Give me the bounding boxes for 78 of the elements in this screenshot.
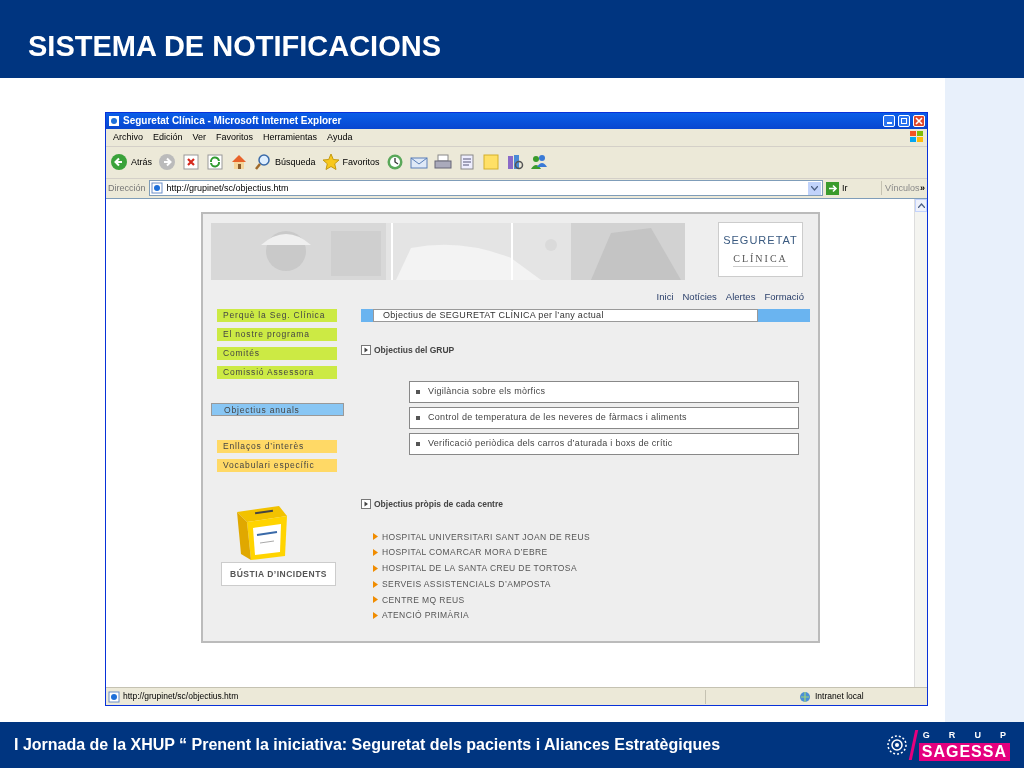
scroll-up-button[interactable] — [915, 198, 927, 212]
menu-item[interactable]: Ayuda — [322, 130, 358, 145]
centre-link[interactable]: CENTRE MQ REUS — [382, 593, 465, 607]
nav-link[interactable]: Notícies — [682, 289, 717, 305]
logo-name: SAGESSA — [918, 742, 1010, 761]
books-icon[interactable] — [505, 153, 524, 172]
centre-link[interactable]: HOSPITAL DE LA SANTA CREU DE TORTOSA — [382, 562, 577, 575]
play-icon — [361, 345, 371, 356]
caret-icon — [811, 185, 818, 191]
triangle-icon — [373, 565, 378, 572]
slide-title: SISTEMA DE NOTIFICACIONS — [28, 28, 441, 64]
objective-text: Verificació periòdica dels carros d’aturada i boxs de crític — [428, 437, 673, 451]
page-icon — [108, 115, 120, 127]
menu-item[interactable]: Ver — [187, 130, 212, 145]
nav-link[interactable]: Formació — [764, 289, 804, 305]
windows-logo-icon — [909, 130, 925, 145]
sidebar-item[interactable]: Objectius anuals — [211, 403, 344, 417]
go-button[interactable]: Ir — [842, 181, 878, 196]
go-arrow-icon[interactable] — [826, 181, 839, 195]
menu-item[interactable]: Favoritos — [211, 130, 259, 145]
sidebar-item[interactable]: Comités — [217, 347, 337, 361]
menu-item[interactable]: Herramientas — [258, 130, 323, 145]
star-icon[interactable] — [321, 153, 340, 172]
refresh-icon[interactable] — [206, 153, 224, 172]
address-label: Dirección — [108, 181, 146, 195]
globe-icon — [799, 690, 812, 703]
menu-item[interactable]: Archivo — [108, 130, 148, 145]
nav-link[interactable]: Inici — [656, 289, 674, 305]
favorites-button[interactable]: Favoritos — [321, 153, 380, 172]
sidebar-item[interactable]: Comissió Assessora — [217, 366, 337, 380]
nav-link[interactable]: Alertes — [725, 289, 756, 305]
logo-letter: U — [974, 729, 981, 743]
address-value: http://grupinet/sc/objectius.htm — [166, 181, 290, 195]
zone-text: Intranet local — [815, 690, 865, 703]
mailbox-label[interactable]: BÚSTIA D’INCIDENTS — [221, 562, 336, 587]
page-icon — [108, 690, 120, 703]
logo-text: CLÍNICA — [733, 251, 788, 268]
status-text: http://grupinet/sc/objectius.htm — [123, 690, 240, 703]
sidebar-item[interactable]: Vocabulari específic — [217, 459, 337, 473]
sidebar-item[interactable]: El nostre programa — [217, 328, 337, 342]
home-icon[interactable] — [230, 153, 248, 172]
play-icon — [361, 499, 371, 510]
logo-letter: R — [948, 729, 956, 743]
objective-text: Vigilància sobre els mòrfics — [428, 385, 546, 399]
section-title: Objectius pròpis de cada centre — [374, 497, 503, 511]
window-title: Seguretat Clínica - Microsoft Internet Explorer — [123, 114, 343, 129]
page-icon — [150, 182, 164, 195]
section-title: Objectius del GRUP — [374, 344, 455, 357]
maximize-button[interactable] — [898, 115, 910, 127]
heading-text: Objectius de SEGURETAT CLÍNICA per l’any actual — [373, 309, 758, 323]
menu-item[interactable]: Edición — [148, 130, 188, 145]
centre-link[interactable]: SERVEIS ASSISTENCIALS D’AMPOSTA — [382, 577, 551, 591]
wave-logo-icon — [885, 734, 908, 756]
minimize-button[interactable] — [883, 115, 895, 127]
centre-link[interactable]: ATENCIÓ PRIMÀRIA — [382, 609, 469, 623]
logo-letter: P — [999, 729, 1006, 743]
centre-link[interactable]: HOSPITAL COMARCAR MORA D’EBRE — [382, 546, 548, 560]
back-button[interactable]: Atrás — [110, 153, 152, 172]
objective-text: Control de temperatura de les neveres de fàrmacs i aliments — [428, 411, 687, 425]
document-icon[interactable] — [457, 153, 476, 172]
close-button[interactable] — [913, 115, 925, 127]
search-icon[interactable] — [254, 153, 272, 172]
logo-text: SEGURETAT — [723, 232, 798, 248]
caret-icon — [917, 202, 925, 208]
logo-slash — [908, 730, 918, 760]
sidebar-item[interactable]: Perquè la Seg. Clínica — [217, 309, 337, 323]
footer-text: I Jornada de la XHUP “ Prenent la iniciativa: Seguretat dels pacients i Aliances Estratègiques — [14, 735, 721, 755]
chevron[interactable]: » — [920, 181, 925, 196]
address-field[interactable]: http://grupinet/sc/objectius.htm — [148, 180, 823, 197]
search-button[interactable]: Búsqueda — [254, 153, 316, 172]
printer-icon[interactable] — [433, 153, 452, 172]
history-icon[interactable] — [385, 153, 404, 172]
dropdown-button[interactable] — [808, 181, 821, 195]
sidebar-item[interactable]: Enllaços d’interès — [217, 440, 337, 454]
centre-link[interactable]: HOSPITAL UNIVERSITARI SANT JOAN DE REUS — [382, 530, 590, 544]
stop-icon[interactable] — [182, 153, 200, 172]
people-icon[interactable] — [529, 153, 548, 172]
logo-letter: G — [922, 729, 930, 743]
